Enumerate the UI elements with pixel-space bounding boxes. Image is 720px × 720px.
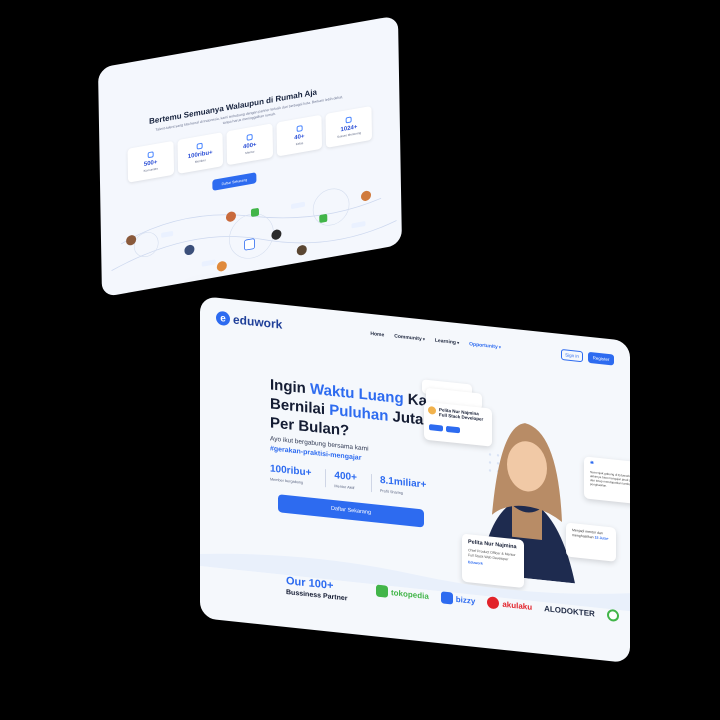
stat-card: 40+ Kelas [276,114,323,157]
partner-logo-icon [606,608,619,623]
avatar [225,211,236,222]
chip [429,424,443,432]
avatar [428,405,436,415]
akulaku-icon [487,596,500,610]
community-map [111,188,397,272]
partner-name: tokopedia [391,587,429,601]
metric-value: 8.1miliar+ [379,474,427,491]
logo-text: eduwork [233,312,283,332]
hero-title-part: Ingin [270,376,310,398]
stat-label: Mentor [245,149,255,156]
profile-card: Pelita Nur Najmina Full Stack Developer [424,401,492,447]
avatar [216,261,227,272]
partner-extra [606,608,619,623]
star-icon [345,116,352,124]
user-icon [246,133,253,141]
earnings-card: Menjadi mentor dan menghasilkan 15 Juta+ [566,522,616,562]
users-icon [196,142,204,150]
stat-card: 500+ Komunitas [127,140,174,183]
menu-item-learning[interactable]: Learning [435,338,459,347]
daftar-button[interactable]: Daftar Sekarang [212,172,257,191]
hero-metrics: 100ribu+ Member bergabung 400+ Mentor Akti… [270,463,427,498]
stat-card: 1024+ Sukses Mentoring [325,105,373,148]
chip [446,425,460,434]
stat-label: Member [194,158,206,164]
register-button[interactable]: Register [588,351,614,366]
sign-in-button[interactable]: Sign in [561,348,583,362]
metric-value: 400+ [334,470,357,484]
auth-buttons: Sign in Register [561,348,614,366]
navbar: e eduwork Home Community Learning Opport… [200,296,630,381]
partner-name: ALODOKTER [544,603,595,618]
metric-label: Member bergabung [270,477,304,485]
menu-item-home[interactable]: Home [370,331,384,338]
metric-profit: 8.1miliar+ Profit Sharing [370,473,427,498]
landing-preview-main: e eduwork Home Community Learning Opport… [200,296,630,664]
main-menu: Home Community Learning Opportunity [370,331,501,351]
bizzy-icon [440,591,453,605]
stat-card: 400+ Mentor [226,123,273,166]
partners-subtitle: Bussiness Partner [286,589,348,603]
menu-item-community[interactable]: Community [394,333,425,342]
partner-alodokter: ALODOKTER [544,604,595,618]
partner-name: akulaku [502,599,533,612]
metric-mentors: 400+ Mentor Aktif [325,469,357,491]
stat-card: 100ribu+ Member [177,132,224,175]
partner-name: bizzy [455,594,476,606]
testimonial-card: ❝ Semenjak gabung di Eduwork, saya akhir… [584,456,630,505]
logo-mark: e [216,310,230,327]
testimonial-text: Semenjak gabung di Eduwork, saya akhirny… [590,469,630,488]
stat-label: Komunitas [143,166,158,173]
tokopedia-icon [376,584,388,598]
metric-value: 100ribu+ [270,463,312,479]
daftar-sekarang-button[interactable]: Daftar Sekarang [278,494,424,528]
eduwork-logo[interactable]: e eduwork [216,310,283,332]
profile-chips [429,424,487,436]
metric-label: Profit Sharing [379,488,403,496]
stat-label: Kelas [295,140,304,147]
landing-preview-top: Bertemu Semuanya Walaupun di Rumah Aja T… [98,15,402,298]
avatar [361,190,372,201]
metric-label: Mentor Aktif [334,484,355,491]
wifi-icon [147,151,154,159]
avatar [296,245,307,256]
menu-item-opportunity[interactable]: Opportunity [469,341,501,350]
play-icon [296,125,303,133]
earnings-amount: 15 Juta+ [594,535,609,541]
avatar [184,244,195,256]
partner-bizzy: bizzy [440,591,476,607]
avatar [271,229,282,240]
metric-members: 100ribu+ Member bergabung [270,463,311,485]
